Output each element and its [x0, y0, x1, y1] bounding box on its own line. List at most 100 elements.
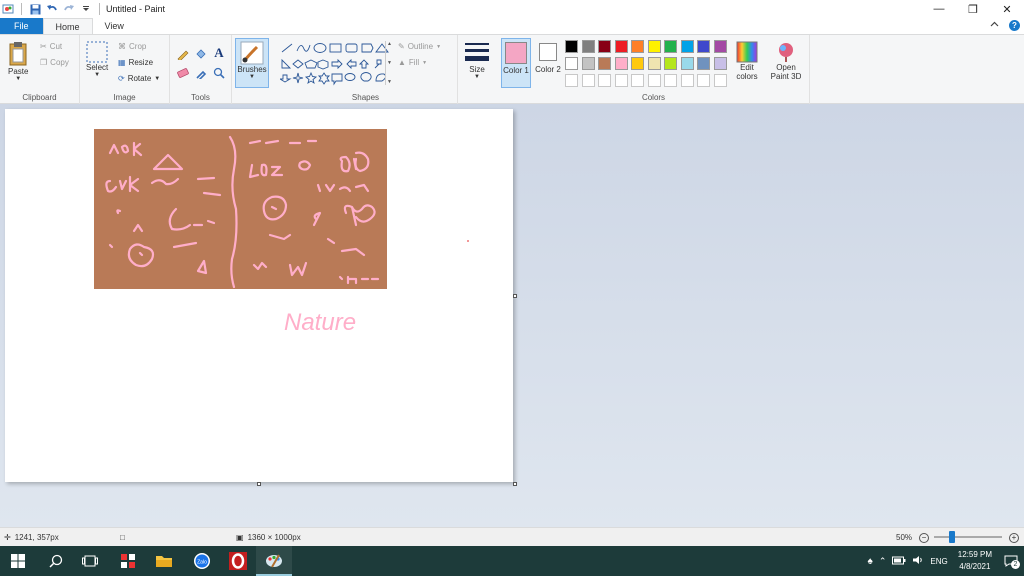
battery-icon[interactable] — [892, 556, 906, 567]
maximize-button[interactable]: ❐ — [956, 0, 990, 18]
palette-color-1-0[interactable] — [565, 57, 578, 70]
edit-colors-button[interactable]: Edit colors — [732, 41, 762, 81]
magnifier-icon[interactable] — [212, 66, 226, 80]
custom-color-slot-9[interactable] — [713, 74, 727, 87]
task-view-button[interactable] — [72, 546, 108, 576]
palette-color-1-8[interactable] — [697, 57, 710, 70]
size-button[interactable]: Size ▼ — [464, 41, 490, 80]
zoom-out-icon[interactable]: − — [919, 532, 930, 543]
zoom-slider[interactable] — [934, 536, 1002, 538]
start-button[interactable] — [0, 546, 36, 576]
rotate-dropdown-icon[interactable]: ▼ — [154, 76, 160, 82]
people-icon[interactable]: ♠ — [868, 556, 873, 567]
cursor-position-icon: ✛ — [4, 533, 11, 542]
resize-handle-corner[interactable] — [513, 482, 517, 486]
resize-button[interactable]: ▦ Resize — [118, 58, 153, 67]
crop-button[interactable]: ⌘ Crop — [118, 42, 146, 51]
palette-color-0-4[interactable] — [631, 40, 644, 53]
fill-button[interactable]: ▲ Fill ▼ — [398, 58, 427, 67]
custom-color-slot-7[interactable] — [680, 74, 694, 87]
palette-color-0-6[interactable] — [664, 40, 677, 53]
fill-bucket-icon[interactable] — [194, 47, 208, 61]
open-paint3d-button[interactable]: Open Paint 3D — [768, 41, 804, 81]
paste-dropdown-icon[interactable]: ▼ — [15, 76, 21, 82]
palette-color-1-5[interactable] — [647, 57, 661, 70]
paint-app-icon[interactable] — [2, 3, 14, 15]
palette-color-0-3[interactable] — [614, 40, 628, 53]
palette-color-0-7[interactable] — [680, 40, 694, 53]
pencil-icon[interactable] — [176, 47, 190, 61]
show-hidden-icons[interactable]: ⌃ — [879, 556, 887, 567]
search-button[interactable] — [38, 546, 74, 576]
palette-color-1-7[interactable] — [680, 57, 694, 70]
palette-color-0-1[interactable] — [581, 40, 595, 53]
custom-color-slot-3[interactable] — [614, 74, 628, 87]
palette-color-1-9[interactable] — [713, 57, 727, 70]
tab-view[interactable]: View — [93, 18, 136, 34]
save-icon[interactable] — [29, 3, 41, 15]
volume-icon[interactable] — [912, 555, 924, 567]
color1-button[interactable]: Color 1 — [501, 38, 531, 88]
select-button[interactable]: Select ▼ — [86, 41, 108, 78]
cut-button[interactable]: ✂ Cut — [40, 42, 62, 51]
help-icon[interactable]: ? — [1009, 20, 1020, 31]
custom-color-slot-5[interactable] — [647, 74, 661, 87]
palette-color-1-1[interactable] — [581, 57, 595, 70]
notifications-button[interactable]: 2 — [1002, 552, 1020, 570]
close-button[interactable]: ✕ — [990, 0, 1024, 18]
taskbar-paint[interactable] — [256, 546, 292, 576]
image-size-value: 1360 × 1000px — [247, 533, 301, 542]
select-dropdown-icon[interactable]: ▼ — [94, 72, 100, 78]
paste-icon — [9, 42, 27, 66]
custom-color-slot-0[interactable] — [565, 74, 578, 87]
taskbar-app-colorful[interactable] — [110, 546, 146, 576]
taskbar-opera[interactable] — [220, 546, 256, 576]
palette-color-1-4[interactable] — [631, 57, 644, 70]
tab-file[interactable]: File — [0, 18, 43, 34]
color2-button[interactable]: Color 2 — [534, 41, 562, 74]
shapes-group-label: Shapes — [351, 93, 380, 102]
palette-color-0-2[interactable] — [598, 40, 611, 53]
shapes-scroll-up-icon[interactable]: ▲ — [387, 41, 392, 47]
custom-color-slot-1[interactable] — [581, 74, 595, 87]
collapse-ribbon-icon[interactable] — [990, 20, 999, 31]
minimize-button[interactable]: — — [922, 0, 956, 18]
palette-color-0-0[interactable] — [565, 40, 578, 53]
taskbar-file-explorer[interactable] — [146, 546, 182, 576]
zoom-in-icon[interactable]: + — [1009, 532, 1019, 543]
palette-color-1-6[interactable] — [664, 57, 677, 70]
zalo-icon: Zalo — [194, 553, 210, 569]
system-tray: ♠ ⌃ ENG 12:59 PM 4/8/2021 2 — [868, 546, 1024, 576]
tab-home[interactable]: Home — [42, 18, 93, 34]
shapes-scroll[interactable]: ▲ ▼ ▼ — [385, 41, 393, 85]
outline-button[interactable]: ✎ Outline ▼ — [398, 42, 441, 51]
palette-color-0-9[interactable] — [713, 40, 727, 53]
palette-color-1-2[interactable] — [598, 57, 611, 70]
shapes-scroll-down-icon[interactable]: ▼ — [387, 60, 392, 66]
custom-color-slot-8[interactable] — [697, 74, 710, 87]
copy-button[interactable]: ❐ Copy — [40, 58, 69, 67]
custom-color-slot-6[interactable] — [664, 74, 677, 87]
palette-color-0-8[interactable] — [697, 40, 710, 53]
eraser-icon[interactable] — [176, 66, 190, 80]
color-picker-icon[interactable] — [194, 66, 208, 80]
shapes-gallery[interactable] — [280, 41, 392, 87]
palette-color-1-3[interactable] — [614, 57, 628, 70]
custom-color-slot-4[interactable] — [631, 74, 644, 87]
redo-icon[interactable] — [63, 3, 75, 15]
customize-qat-icon[interactable] — [80, 3, 92, 15]
resize-handle-bottom[interactable] — [257, 482, 261, 486]
zoom-slider-thumb[interactable] — [949, 531, 955, 543]
brushes-button[interactable]: Brushes ▼ — [235, 38, 269, 88]
rotate-button[interactable]: ⟳ Rotate ▼ — [118, 74, 160, 83]
palette-color-0-5[interactable] — [647, 40, 661, 53]
undo-icon[interactable] — [46, 3, 58, 15]
zoom-in-button[interactable]: + — [1009, 528, 1019, 547]
custom-color-slot-2[interactable] — [598, 74, 611, 87]
clock[interactable]: 12:59 PM 4/8/2021 — [958, 549, 992, 573]
taskbar-zalo[interactable]: Zalo — [184, 546, 220, 576]
language-indicator[interactable]: ENG — [930, 557, 947, 566]
paste-button[interactable]: Paste ▼ — [8, 41, 28, 82]
text-tool-icon[interactable]: A — [212, 45, 226, 60]
shapes-expand-icon[interactable]: ▼ — [387, 79, 392, 85]
